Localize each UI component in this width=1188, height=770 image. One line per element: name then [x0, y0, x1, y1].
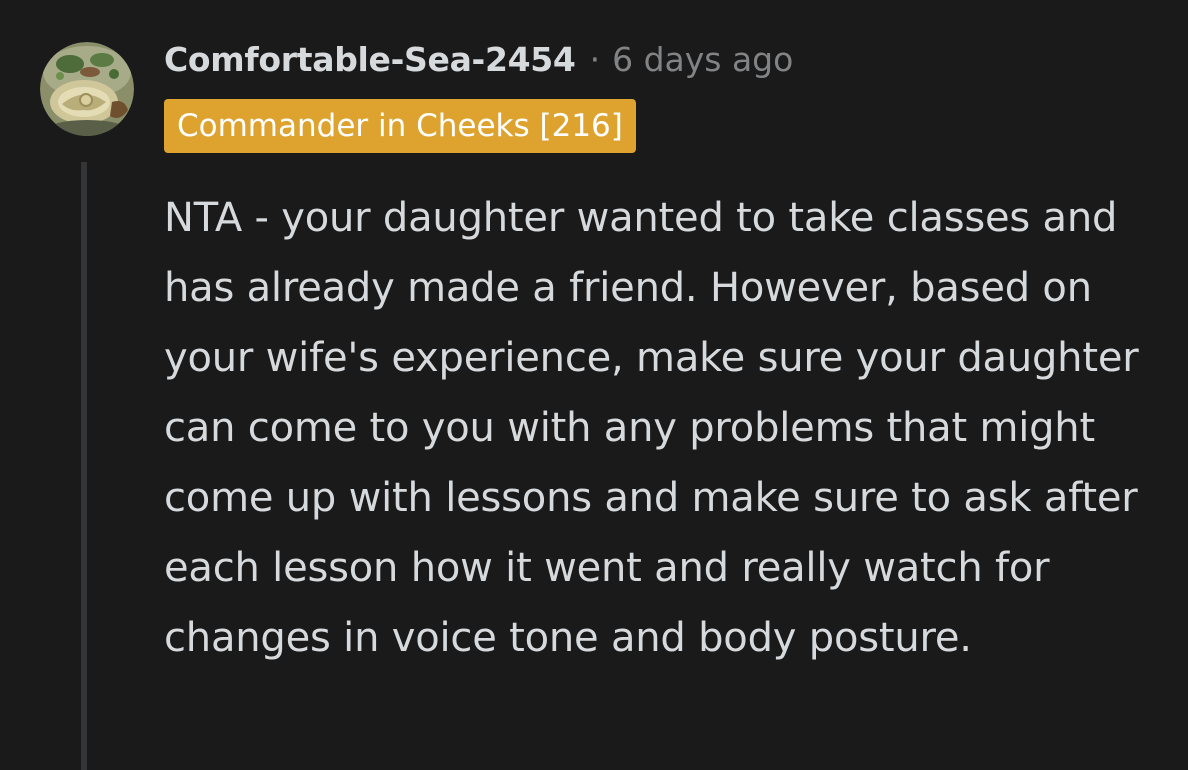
comment-timestamp[interactable]: 6 days ago	[612, 40, 793, 79]
meta-separator: ·	[589, 39, 601, 79]
comment: Comfortable-Sea-2454 · 6 days ago Comman…	[0, 0, 1188, 770]
comment-body: NTA - your daughter wanted to take class…	[164, 195, 1139, 661]
user-flair: Commander in Cheeks [216]	[164, 99, 636, 153]
user-avatar-icon[interactable]	[40, 42, 134, 136]
thread-line[interactable]	[81, 162, 87, 770]
comment-meta: Comfortable-Sea-2454 · 6 days ago	[164, 36, 793, 82]
author-username[interactable]: Comfortable-Sea-2454	[164, 40, 576, 79]
